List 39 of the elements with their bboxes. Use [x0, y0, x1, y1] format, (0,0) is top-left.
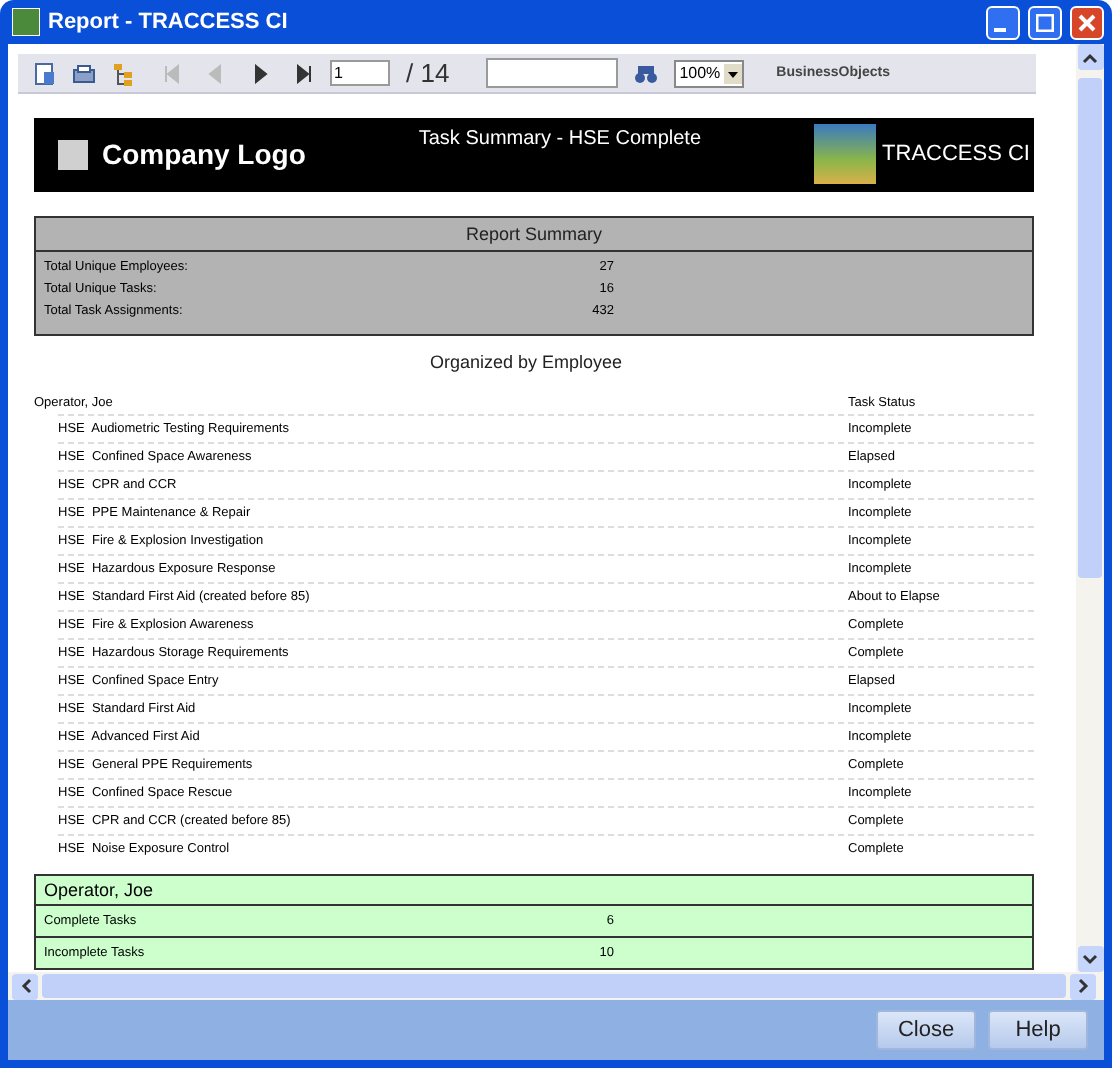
- scroll-up-button[interactable]: [1077, 44, 1103, 70]
- maximize-button[interactable]: [1028, 5, 1062, 39]
- minimize-button[interactable]: [986, 5, 1020, 39]
- maximize-icon: [1036, 13, 1054, 31]
- caret-icon: [724, 63, 743, 83]
- summary-title: Report Summary: [36, 218, 1032, 252]
- scroll-down-button[interactable]: [1077, 946, 1103, 972]
- close-icon: [1078, 13, 1096, 31]
- chevron-down-icon: [1082, 953, 1098, 965]
- chevron-right-icon: [1077, 978, 1089, 994]
- scroll-right-button[interactable]: [1070, 973, 1096, 999]
- scroll-left-button[interactable]: [12, 973, 38, 999]
- photo-placeholder: [814, 124, 877, 184]
- totals-title: Operator, Joe: [36, 876, 1032, 906]
- export-icon[interactable]: [34, 61, 56, 85]
- last-page-icon[interactable]: [294, 63, 314, 83]
- search-field[interactable]: [485, 58, 618, 88]
- page-total: / 14: [406, 58, 450, 88]
- scroll-thumb[interactable]: [42, 974, 1066, 998]
- next-page-icon[interactable]: [250, 63, 270, 83]
- printer-icon[interactable]: [72, 63, 96, 83]
- chevron-up-icon: [1082, 51, 1098, 63]
- scroll-thumb[interactable]: [1078, 78, 1102, 578]
- app-icon: [12, 8, 40, 36]
- binoculars-icon[interactable]: [633, 63, 658, 83]
- logo-placeholder: [58, 139, 88, 169]
- logo-text: Company Logo: [102, 138, 306, 170]
- dialog-button[interactable]: Help: [988, 1010, 1088, 1050]
- close-window-button[interactable]: [1070, 5, 1104, 39]
- minimize-icon: [994, 27, 1006, 31]
- dialog-button[interactable]: Close: [876, 1010, 976, 1050]
- section-title: Organized by Employee: [427, 352, 625, 372]
- report-title: Task Summary - HSE Complete: [416, 128, 704, 150]
- tree-icon[interactable]: [112, 61, 134, 85]
- brand-text: TRACCESS CI: [882, 142, 1030, 166]
- zoom-dropdown[interactable]: 100%: [673, 59, 745, 87]
- window-title: Report - TRACCESS CI: [48, 10, 290, 34]
- chevron-left-icon: [19, 978, 31, 994]
- page-field[interactable]: 1: [330, 60, 390, 86]
